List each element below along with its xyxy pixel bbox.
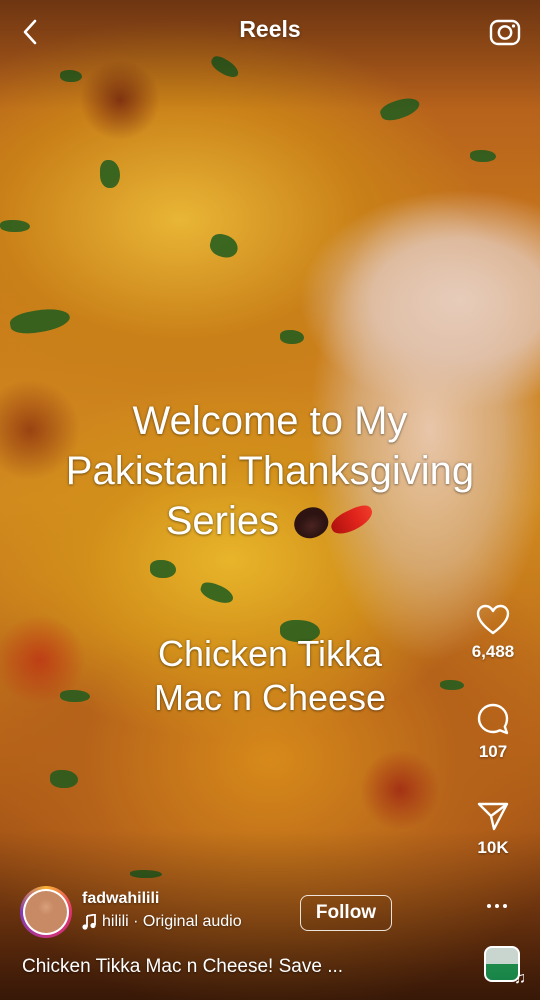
page-title: Reels	[239, 16, 301, 42]
music-note-icon	[82, 914, 96, 930]
comment-button[interactable]: 107	[458, 702, 528, 762]
avatar-border	[23, 889, 69, 935]
food-texture	[8, 304, 72, 338]
avatar-image	[25, 891, 67, 933]
heart-icon	[476, 604, 510, 635]
food-texture	[207, 231, 241, 261]
share-button[interactable]: 10K	[458, 800, 528, 858]
post-caption[interactable]: Chicken Tikka Mac n Cheese! Save ...	[22, 956, 422, 978]
comment-count: 107	[478, 742, 508, 761]
video-headline: Welcome to My Pakistani Thanksgiving Ser…	[0, 396, 540, 546]
more-icon	[487, 904, 491, 908]
food-texture	[100, 160, 120, 188]
like-button[interactable]: 6,488	[458, 604, 528, 662]
comment-icon	[477, 703, 509, 735]
audio-link[interactable]: hilili · Original audio	[82, 913, 290, 931]
food-texture	[0, 220, 30, 232]
send-icon	[477, 802, 509, 831]
food-texture	[150, 560, 176, 578]
camera-button[interactable]	[488, 14, 522, 48]
follow-button[interactable]: Follow	[300, 895, 392, 931]
food-texture	[198, 579, 236, 607]
music-note-icon: ♫	[514, 970, 526, 987]
more-icon	[503, 904, 507, 908]
avatar[interactable]	[20, 886, 72, 938]
like-count: 6,488	[471, 642, 515, 661]
more-options-button[interactable]	[482, 896, 512, 916]
food-texture	[470, 150, 496, 162]
food-texture	[50, 770, 78, 788]
more-icon	[495, 904, 499, 908]
food-texture	[280, 330, 304, 344]
username[interactable]: fadwahilili	[82, 890, 159, 908]
headline-line: Pakistani Thanksgiving	[65, 449, 475, 493]
camera-icon	[489, 19, 521, 46]
eggplant-emoji-icon	[289, 501, 334, 545]
headline-line: Welcome to My	[132, 399, 408, 443]
headline-line: Series	[0, 496, 540, 546]
audio-label: hilili · Original audio	[102, 913, 242, 930]
headline-line-text: Series	[165, 499, 280, 543]
share-count: 10K	[477, 838, 509, 857]
chili-pepper-emoji-icon	[328, 501, 377, 539]
header: Reels	[0, 0, 540, 64]
reel-screen[interactable]: Reels Welcome to My Pakistani Thanksgivi…	[0, 0, 540, 1000]
audio-thumbnail[interactable]: ♫	[484, 946, 526, 987]
